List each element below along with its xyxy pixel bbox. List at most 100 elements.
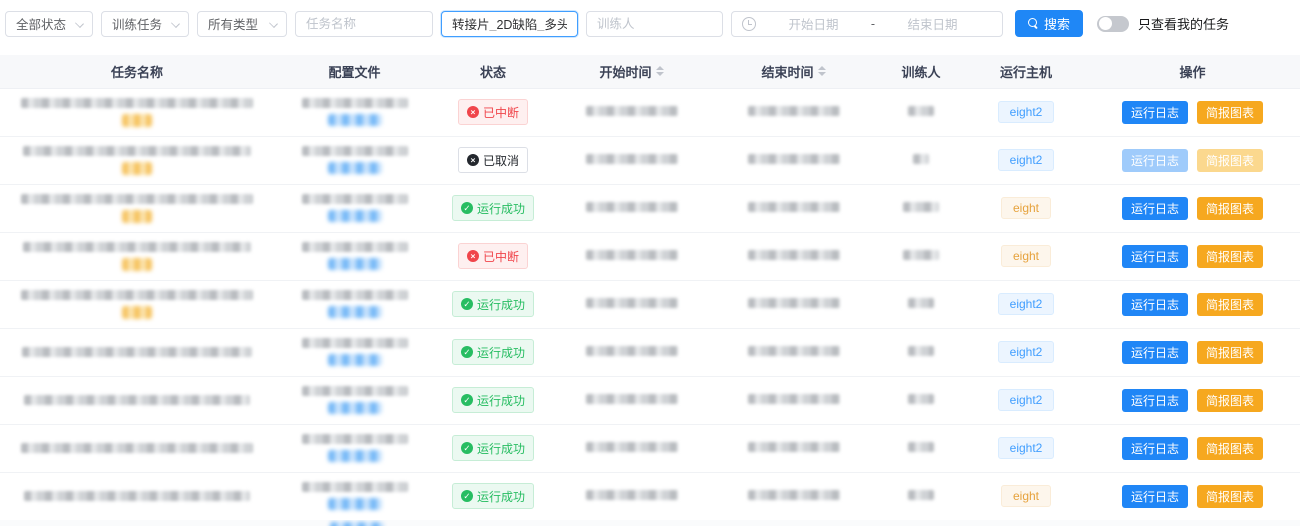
search-button-label: 搜索 bbox=[1044, 14, 1070, 33]
report-chart-button[interactable]: 简报图表 bbox=[1197, 437, 1263, 460]
config-link-redacted[interactable] bbox=[328, 306, 382, 318]
actions-cell: 运行日志 简报图表 bbox=[1085, 376, 1300, 424]
my-tasks-toggle-label: 只查看我的任务 bbox=[1138, 14, 1229, 33]
trainer-cell bbox=[875, 280, 967, 328]
category-select[interactable]: 所有类型 bbox=[197, 11, 287, 37]
run-log-button[interactable]: 运行日志 bbox=[1122, 341, 1188, 364]
status-badge: ✓ 运行成功 bbox=[452, 483, 534, 509]
trainer-cell bbox=[875, 232, 967, 280]
status-icon: × bbox=[467, 154, 479, 166]
partial-next-row bbox=[0, 520, 1300, 526]
config-file-cell bbox=[274, 424, 435, 472]
col-header-status: 状态 bbox=[435, 55, 551, 88]
start-time-cell bbox=[551, 232, 712, 280]
config-file-cell bbox=[274, 376, 435, 424]
col-header-start-time[interactable]: 开始时间 bbox=[551, 55, 712, 88]
trainer-cell bbox=[875, 424, 967, 472]
host-cell: eight bbox=[967, 232, 1085, 280]
task-name-cell bbox=[0, 184, 274, 232]
config-link-redacted[interactable] bbox=[328, 258, 382, 270]
trainer-input[interactable] bbox=[597, 17, 712, 31]
search-button[interactable]: 搜索 bbox=[1015, 10, 1083, 37]
status-badge: × 已中断 bbox=[458, 99, 528, 125]
table-row: ✓ 运行成功 eight2 运行日志 简报图表 bbox=[0, 328, 1300, 376]
status-cell: × 已取消 bbox=[435, 136, 551, 184]
trainer-redacted bbox=[908, 490, 934, 500]
trainer-redacted bbox=[908, 346, 934, 356]
status-icon: ✓ bbox=[461, 298, 473, 310]
status-icon: × bbox=[467, 106, 479, 118]
end-time-redacted bbox=[748, 154, 840, 164]
my-tasks-toggle[interactable] bbox=[1097, 16, 1129, 32]
report-chart-button[interactable]: 简报图表 bbox=[1197, 101, 1263, 124]
report-chart-button[interactable]: 简报图表 bbox=[1197, 197, 1263, 220]
run-log-button[interactable]: 运行日志 bbox=[1122, 437, 1188, 460]
host-cell: eight2 bbox=[967, 424, 1085, 472]
task-name-input[interactable] bbox=[306, 17, 422, 31]
status-cell: ✓ 运行成功 bbox=[435, 184, 551, 232]
status-icon: × bbox=[467, 250, 479, 262]
status-badge: × 已取消 bbox=[458, 147, 528, 173]
table-body: × 已中断 eight2 运行日志 简报图表 bbox=[0, 88, 1300, 520]
trainer-redacted bbox=[908, 106, 934, 116]
task-name-redacted bbox=[24, 491, 250, 501]
status-select[interactable]: 全部状态 bbox=[5, 11, 93, 37]
config-link-redacted[interactable] bbox=[328, 450, 382, 462]
task-tag-redacted bbox=[122, 210, 152, 223]
config-name-redacted bbox=[302, 146, 408, 156]
status-badge: ✓ 运行成功 bbox=[452, 195, 534, 221]
col-header-trainer: 训练人 bbox=[875, 55, 967, 88]
sort-icon[interactable] bbox=[656, 66, 664, 76]
end-time-cell bbox=[712, 232, 875, 280]
task-name-cell bbox=[0, 232, 274, 280]
task-type-select[interactable]: 训练任务 bbox=[101, 11, 189, 37]
status-icon: ✓ bbox=[461, 490, 473, 502]
report-chart-button[interactable]: 简报图表 bbox=[1197, 149, 1263, 172]
report-chart-button[interactable]: 简报图表 bbox=[1197, 341, 1263, 364]
config-link-redacted[interactable] bbox=[328, 210, 382, 222]
report-chart-button[interactable]: 简报图表 bbox=[1197, 245, 1263, 268]
host-cell: eight bbox=[967, 184, 1085, 232]
category-select-value: 所有类型 bbox=[208, 14, 258, 33]
status-cell: ✓ 运行成功 bbox=[435, 472, 551, 520]
task-name-cell bbox=[0, 424, 274, 472]
config-link-redacted[interactable] bbox=[328, 114, 382, 126]
config-link-redacted[interactable] bbox=[328, 498, 382, 510]
table-row: ✓ 运行成功 eight2 运行日志 简报图表 bbox=[0, 280, 1300, 328]
keyword-input[interactable] bbox=[452, 17, 567, 31]
run-log-button[interactable]: 运行日志 bbox=[1122, 245, 1188, 268]
report-chart-button[interactable]: 简报图表 bbox=[1197, 389, 1263, 412]
report-chart-button[interactable]: 简报图表 bbox=[1197, 485, 1263, 508]
run-log-button[interactable]: 运行日志 bbox=[1122, 485, 1188, 508]
col-header-end-time[interactable]: 结束时间 bbox=[712, 55, 875, 88]
run-log-button[interactable]: 运行日志 bbox=[1122, 389, 1188, 412]
status-icon: ✓ bbox=[461, 202, 473, 214]
config-link-redacted[interactable] bbox=[328, 402, 382, 414]
actions-cell: 运行日志 简报图表 bbox=[1085, 280, 1300, 328]
host-tag: eight2 bbox=[998, 389, 1055, 411]
trainer-cell bbox=[875, 184, 967, 232]
start-time-redacted bbox=[586, 394, 678, 404]
host-tag: eight bbox=[1001, 485, 1051, 507]
task-name-redacted bbox=[24, 395, 250, 405]
task-tag-redacted bbox=[122, 162, 152, 175]
table-row: ✓ 运行成功 eight 运行日志 简报图表 bbox=[0, 472, 1300, 520]
config-link-redacted[interactable] bbox=[328, 354, 382, 366]
report-chart-button[interactable]: 简报图表 bbox=[1197, 293, 1263, 316]
start-time-redacted bbox=[586, 346, 678, 356]
start-time-cell bbox=[551, 136, 712, 184]
date-range-picker[interactable]: 开始日期 - 结束日期 bbox=[731, 11, 1003, 37]
sort-icon[interactable] bbox=[818, 66, 826, 76]
task-name-redacted bbox=[23, 242, 251, 252]
run-log-button[interactable]: 运行日志 bbox=[1122, 101, 1188, 124]
run-log-button[interactable]: 运行日志 bbox=[1122, 197, 1188, 220]
start-time-cell bbox=[551, 280, 712, 328]
col-header-task-name: 任务名称 bbox=[0, 55, 274, 88]
run-log-button[interactable]: 运行日志 bbox=[1122, 149, 1188, 172]
run-log-button[interactable]: 运行日志 bbox=[1122, 293, 1188, 316]
task-name-cell bbox=[0, 88, 274, 136]
host-cell: eight2 bbox=[967, 328, 1085, 376]
status-badge: ✓ 运行成功 bbox=[452, 387, 534, 413]
host-cell: eight2 bbox=[967, 280, 1085, 328]
config-link-redacted[interactable] bbox=[328, 162, 382, 174]
